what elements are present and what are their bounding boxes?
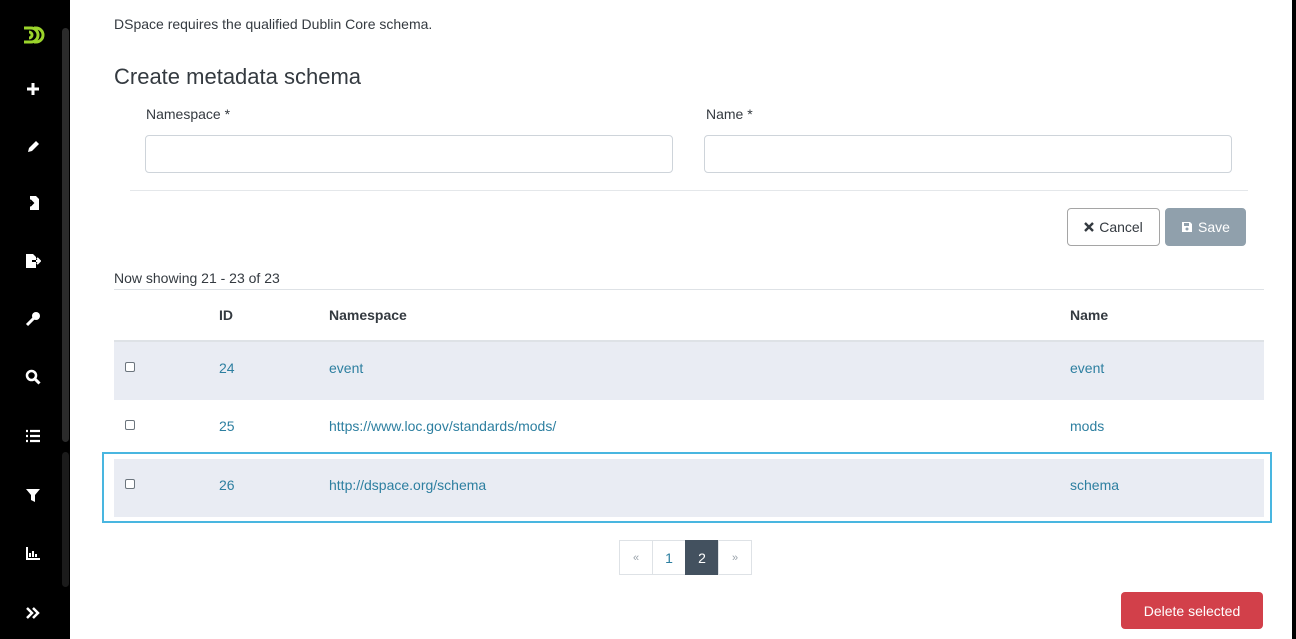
- save-button-label: Save: [1198, 219, 1230, 235]
- sidebar-scrollbar[interactable]: [62, 28, 69, 442]
- cancel-button-label: Cancel: [1099, 219, 1143, 235]
- close-icon: [1084, 222, 1095, 232]
- chart-icon[interactable]: [18, 538, 48, 568]
- pagination-prev[interactable]: «: [619, 540, 653, 575]
- name-input[interactable]: [704, 135, 1232, 173]
- export-icon[interactable]: [18, 246, 48, 276]
- column-header-id: ID: [219, 307, 233, 323]
- table-row[interactable]: 24 event event: [114, 342, 1264, 400]
- row-id-link[interactable]: 25: [219, 418, 235, 434]
- column-header-name: Name: [1070, 307, 1109, 323]
- row-name-link[interactable]: event: [1070, 360, 1104, 376]
- plus-icon[interactable]: [18, 74, 48, 104]
- row-name-link[interactable]: mods: [1070, 418, 1104, 434]
- save-icon: [1182, 222, 1193, 232]
- row-id-link[interactable]: 24: [219, 360, 235, 376]
- row-checkbox[interactable]: [125, 362, 135, 372]
- list-icon[interactable]: [18, 421, 48, 451]
- namespace-label: Namespace *: [146, 106, 231, 122]
- column-header-namespace: Namespace: [329, 307, 407, 323]
- cancel-button[interactable]: Cancel: [1067, 208, 1160, 246]
- intro-text: DSpace requires the qualified Dublin Cor…: [114, 16, 433, 32]
- pagination-page-1[interactable]: 1: [652, 540, 686, 575]
- row-checkbox[interactable]: [125, 420, 135, 430]
- page-title: Create metadata schema: [114, 64, 362, 89]
- namespace-input[interactable]: [145, 135, 673, 173]
- key-icon[interactable]: [18, 304, 48, 334]
- table-top-border: [114, 289, 1264, 290]
- row-namespace-link[interactable]: event: [329, 360, 363, 376]
- showing-count: Now showing 21 - 23 of 23: [114, 270, 280, 286]
- form-divider: [130, 190, 1248, 191]
- filter-icon[interactable]: [18, 480, 48, 510]
- import-icon[interactable]: [18, 188, 48, 218]
- dspace-logo-icon[interactable]: [18, 20, 48, 50]
- save-button[interactable]: Save: [1165, 208, 1246, 246]
- table-row[interactable]: 25 https://www.loc.gov/standards/mods/ m…: [114, 400, 1264, 458]
- search-icon[interactable]: [18, 362, 48, 392]
- focused-row-outline: [102, 452, 1272, 523]
- pencil-icon[interactable]: [18, 132, 48, 162]
- pagination-next[interactable]: »: [718, 540, 752, 575]
- expand-icon[interactable]: [18, 598, 48, 628]
- pagination-page-2[interactable]: 2: [685, 540, 719, 575]
- name-label: Name *: [706, 106, 753, 122]
- sidebar-scroll-track: [62, 452, 69, 587]
- row-namespace-link[interactable]: https://www.loc.gov/standards/mods/: [329, 418, 556, 434]
- delete-selected-button[interactable]: Delete selected: [1121, 592, 1263, 629]
- admin-sidebar: [0, 0, 70, 639]
- pagination: « 1 2 »: [619, 540, 752, 575]
- window-edge: [1292, 0, 1296, 639]
